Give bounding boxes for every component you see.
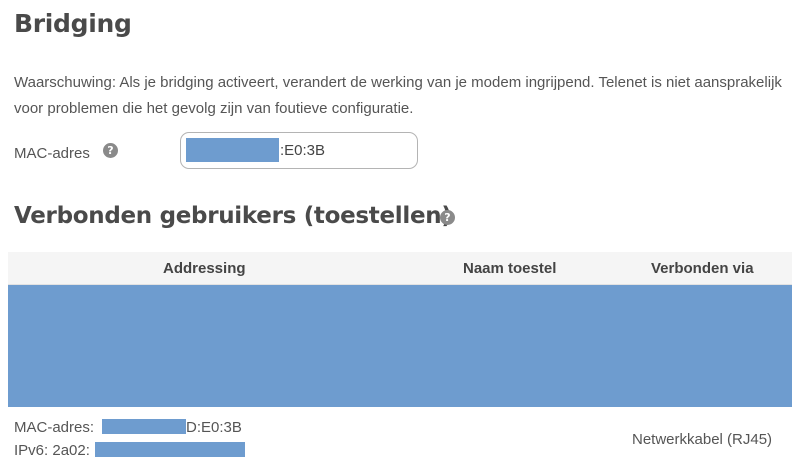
column-header-connected-via: Verbonden via — [651, 260, 754, 277]
device-ipv6-label: IPv6: 2a02: — [14, 442, 90, 459]
column-header-addressing: Addressing — [163, 260, 246, 277]
bridging-warning: Waarschuwing: Als je bridging activeert,… — [14, 74, 782, 117]
device-connected-via: Netwerkkabel (RJ45) — [632, 431, 773, 448]
bridging-title: Bridging — [14, 9, 132, 38]
mac-address-suffix: :E0:3B — [280, 142, 326, 159]
redacted-device-rows — [8, 285, 792, 407]
help-icon[interactable]: ? — [103, 143, 118, 158]
mac-address-label: MAC-adres — [14, 145, 90, 162]
devices-table-header: Addressing Naam toestel Verbonden via — [8, 252, 792, 285]
redacted-ipv6-block — [95, 442, 245, 457]
redacted-mac-block — [186, 138, 279, 162]
redacted-mac-block — [102, 419, 186, 434]
column-header-device-name: Naam toestel — [463, 260, 557, 277]
help-icon[interactable]: ? — [440, 210, 455, 225]
mac-address-field[interactable]: :E0:3B — [180, 132, 418, 169]
connected-devices-title: Verbonden gebruikers (toestellen) — [14, 203, 452, 229]
device-mac-label: MAC-adres: — [14, 419, 95, 436]
device-mac-suffix: D:E0:3B — [186, 419, 242, 436]
